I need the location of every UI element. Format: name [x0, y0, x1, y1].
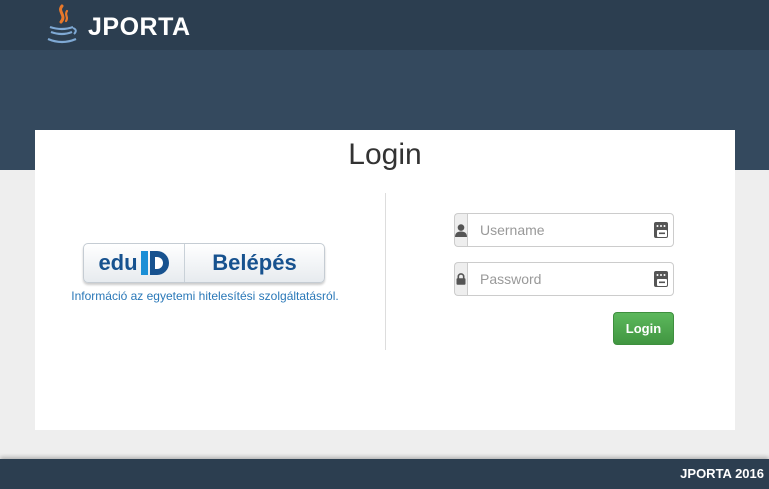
password-manager-icon[interactable] [654, 222, 668, 238]
column-divider [385, 193, 386, 350]
eduid-logo-text: edu [98, 250, 138, 275]
username-addon [454, 213, 467, 247]
footer-copyright: JPORTA 2016 [680, 466, 764, 481]
password-group [454, 262, 674, 296]
eduid-id-mark-icon [140, 251, 169, 275]
brand-name: JPORTA [88, 12, 191, 41]
password-manager-icon[interactable] [654, 271, 668, 287]
footer: JPORTA 2016 [0, 459, 769, 489]
user-icon [455, 223, 467, 237]
password-input[interactable] [467, 262, 674, 296]
username-input[interactable] [467, 213, 674, 247]
top-navbar: JPORTA [0, 0, 769, 50]
eduid-login-button[interactable]: edu Belépés [83, 243, 325, 283]
login-card: Login edu Belépés Információ az egyetemi… [35, 130, 735, 430]
eduid-info-link[interactable]: Információ az egyetemi hitelesítési szol… [35, 289, 375, 303]
brand-logo[interactable]: JPORTA [45, 4, 191, 46]
password-addon [454, 262, 467, 296]
java-cup-icon [47, 4, 77, 44]
eduid-button-label: Belépés [212, 250, 297, 275]
login-button[interactable]: Login [613, 312, 674, 345]
lock-icon [456, 273, 466, 285]
eduid-logo: edu [84, 244, 185, 282]
username-group [454, 213, 674, 247]
page-title: Login [348, 138, 422, 171]
